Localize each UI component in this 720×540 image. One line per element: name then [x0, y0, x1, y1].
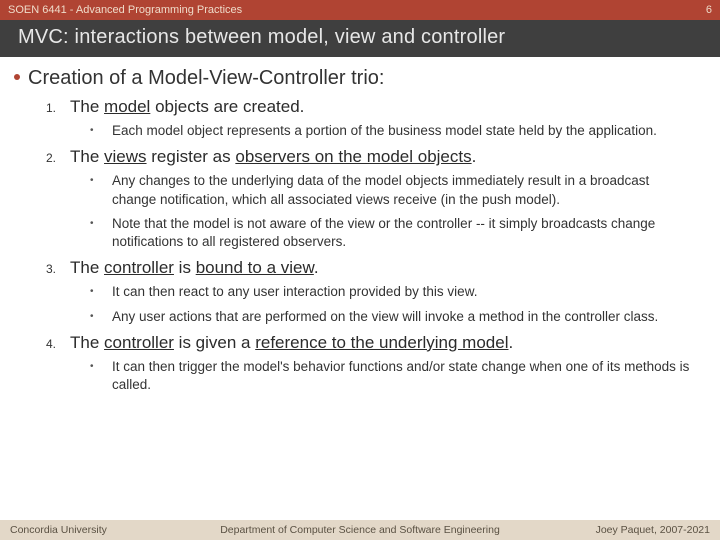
sub-item: •Any user actions that are performed on …: [90, 308, 696, 326]
sub-bullet-icon: •: [90, 172, 112, 190]
steps-list: 1.The model objects are created.•Each mo…: [16, 96, 696, 394]
sub-bullet-icon: •: [90, 283, 112, 301]
sub-item: •It can then react to any user interacti…: [90, 283, 696, 301]
bullet-icon: [14, 74, 20, 80]
main-heading: Creation of a Model-View-Controller trio…: [16, 67, 696, 90]
sub-list: •Any changes to the underlying data of t…: [46, 172, 696, 251]
step-item: 2.The views register as observers on the…: [46, 146, 696, 251]
sub-text: Note that the model is not aware of the …: [112, 215, 696, 251]
step-number: 2.: [46, 151, 70, 165]
sub-bullet-icon: •: [90, 308, 112, 326]
course-code: SOEN 6441 - Advanced Programming Practic…: [8, 0, 242, 20]
footer-right: Joey Paquet, 2007-2021: [596, 524, 710, 536]
sub-bullet-icon: •: [90, 122, 112, 140]
sub-text: Each model object represents a portion o…: [112, 122, 657, 140]
sub-bullet-icon: •: [90, 358, 112, 376]
step-number: 3.: [46, 262, 70, 276]
step-text: The views register as observers on the m…: [70, 146, 476, 168]
sub-list: •It can then react to any user interacti…: [46, 283, 696, 325]
slide-title: MVC: interactions between model, view an…: [0, 20, 720, 57]
sub-text: It can then react to any user interactio…: [112, 283, 477, 301]
sub-item: •Any changes to the underlying data of t…: [90, 172, 696, 208]
step-item: 4.The controller is given a reference to…: [46, 332, 696, 395]
sub-item: •Note that the model is not aware of the…: [90, 215, 696, 251]
sub-list: •It can then trigger the model's behavio…: [46, 358, 696, 394]
footer-left: Concordia University: [10, 524, 107, 536]
step-number: 1.: [46, 101, 70, 115]
sub-list: •Each model object represents a portion …: [46, 122, 696, 140]
sub-item: •It can then trigger the model's behavio…: [90, 358, 696, 394]
step-number: 4.: [46, 337, 70, 351]
step-item: 3.The controller is bound to a view. •It …: [46, 257, 696, 326]
footer: Concordia University Department of Compu…: [0, 520, 720, 540]
sub-text: It can then trigger the model's behavior…: [112, 358, 696, 394]
step-text: The model objects are created.: [70, 96, 304, 118]
sub-item: •Each model object represents a portion …: [90, 122, 696, 140]
heading-text: Creation of a Model-View-Controller trio…: [28, 67, 384, 89]
step-text: The controller is given a reference to t…: [70, 332, 513, 354]
top-bar: SOEN 6441 - Advanced Programming Practic…: [0, 0, 720, 20]
sub-text: Any changes to the underlying data of th…: [112, 172, 696, 208]
footer-center: Department of Computer Science and Softw…: [220, 524, 500, 536]
sub-text: Any user actions that are performed on t…: [112, 308, 658, 326]
step-text: The controller is bound to a view.: [70, 257, 319, 279]
sub-bullet-icon: •: [90, 215, 112, 233]
slide-number: 6: [706, 0, 712, 20]
slide-content: Creation of a Model-View-Controller trio…: [0, 57, 720, 394]
step-item: 1.The model objects are created. •Each mo…: [46, 96, 696, 140]
